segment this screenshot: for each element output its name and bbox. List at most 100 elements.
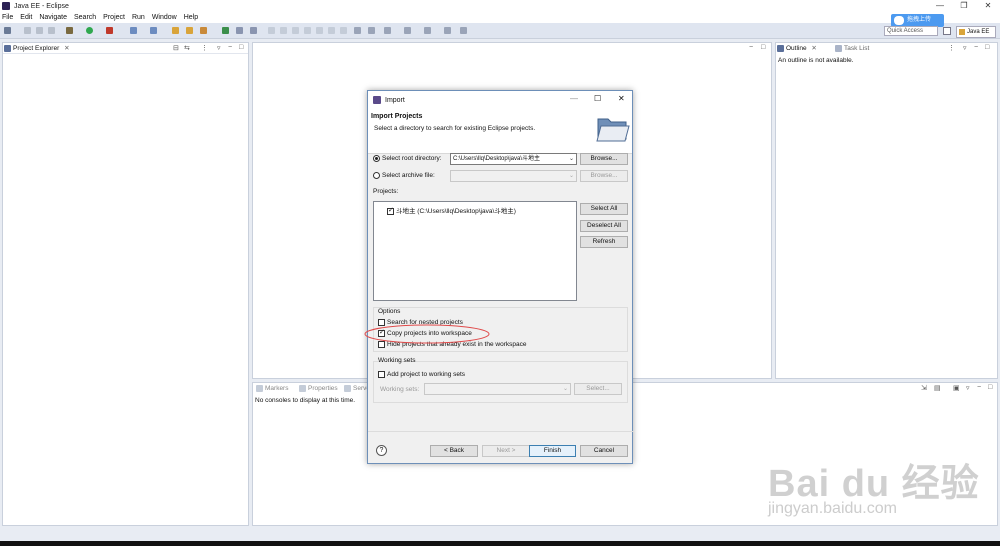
focus-icon[interactable]: ⋮ (948, 44, 955, 52)
open-task-icon[interactable] (186, 27, 193, 34)
add-working-set-checkbox[interactable] (378, 371, 385, 378)
browse-directory-button[interactable]: Browse... (580, 153, 628, 165)
back-button[interactable]: < Back (430, 445, 478, 457)
last-edit-icon[interactable] (368, 27, 375, 34)
print-icon[interactable] (48, 27, 55, 34)
menu-help[interactable]: Help (184, 14, 198, 21)
forward-icon[interactable] (404, 27, 411, 34)
step-icon[interactable] (268, 27, 275, 34)
maximize-view-icon[interactable]: □ (239, 44, 243, 51)
root-directory-option[interactable]: Select root directory: (373, 155, 442, 162)
dialog-maximize-button[interactable]: ☐ (594, 94, 601, 103)
minimize-view-icon[interactable]: − (228, 44, 232, 51)
pin-console-icon[interactable]: ⇲ (921, 384, 927, 392)
minimize-view-icon[interactable]: − (974, 44, 978, 51)
new-icon[interactable] (4, 27, 11, 34)
view-menu-icon[interactable]: ▿ (966, 384, 970, 392)
root-directory-radio[interactable] (373, 155, 380, 162)
tab-properties[interactable]: Properties (298, 383, 346, 394)
view-menu-icon[interactable]: ▿ (963, 44, 967, 52)
nav2-icon[interactable] (444, 27, 451, 34)
project-checkbox[interactable] (387, 206, 394, 215)
nav-icon[interactable] (424, 27, 431, 34)
next-button[interactable]: Next > (482, 445, 530, 457)
dialog-minimize-button[interactable]: — (570, 94, 578, 103)
step-over-icon[interactable] (328, 27, 335, 34)
working-sets-combo[interactable]: ⌄ (424, 383, 571, 395)
add-working-set-label: Add project to working sets (387, 371, 466, 379)
toggle-icon[interactable] (354, 27, 361, 34)
tab-markers[interactable]: Markers (255, 383, 297, 394)
nav3-icon[interactable] (460, 27, 467, 34)
archive-file-radio[interactable] (373, 172, 380, 179)
watermark-url: jingyan.baidu.com (768, 500, 897, 517)
debug-icon[interactable] (66, 27, 73, 34)
suspend-icon[interactable] (280, 27, 287, 34)
open-type-icon[interactable] (172, 27, 179, 34)
search-icon[interactable] (200, 27, 207, 34)
filter-icon[interactable]: ⋮ (201, 44, 208, 52)
menu-window[interactable]: Window (152, 14, 177, 21)
tab-project-explorer[interactable]: Project Explorer ✕ (3, 43, 83, 54)
menu-edit[interactable]: Edit (20, 14, 32, 21)
minimize-view-icon[interactable]: − (977, 384, 981, 391)
browse-archive-button[interactable]: Browse... (580, 170, 628, 182)
help-icon[interactable]: ? (376, 445, 387, 456)
open-perspective-icon[interactable] (943, 27, 951, 35)
quick-access-input[interactable]: Quick Access (884, 26, 938, 36)
back-icon[interactable] (384, 27, 391, 34)
link-editor-icon[interactable]: ⇆ (184, 44, 190, 52)
menu-file[interactable]: File (2, 14, 13, 21)
tab-outline[interactable]: Outline ✕ (776, 43, 832, 54)
dialog-close-button[interactable]: ✕ (618, 94, 625, 103)
close-icon[interactable]: ✕ (64, 45, 69, 52)
close-icon[interactable]: ✕ (811, 45, 816, 52)
add-working-set-option[interactable]: Add project to working sets (378, 371, 465, 378)
select-working-sets-button[interactable]: Select... (574, 383, 622, 395)
menu-navigate[interactable]: Navigate (39, 14, 67, 21)
open-console-icon[interactable]: ▣ (953, 384, 960, 392)
cancel-button[interactable]: Cancel (580, 445, 628, 457)
maximize-view-icon[interactable]: □ (988, 384, 992, 391)
annotation-icon[interactable] (222, 27, 229, 34)
root-directory-combo[interactable]: C:\Users\llq\Desktop\java\斗地主 ⌄ (450, 153, 577, 165)
disconnect-icon[interactable] (304, 27, 311, 34)
new-server-icon[interactable] (130, 27, 137, 34)
tab-task-list[interactable]: Task List (834, 43, 884, 54)
menu-project[interactable]: Project (103, 14, 125, 21)
minimize-button[interactable]: — (928, 0, 952, 12)
menu-search[interactable]: Search (74, 14, 96, 21)
tab-servers[interactable]: Serve (343, 383, 370, 394)
list-item[interactable]: 斗地主 (C:\Users\llq\Desktop\java\斗地主) (387, 205, 516, 215)
collapse-all-icon[interactable]: ⊟ (173, 44, 179, 52)
maximize-view-icon[interactable]: □ (985, 44, 989, 51)
pin-icon[interactable] (250, 27, 257, 34)
working-sets-label: Working sets (378, 357, 416, 364)
view-menu-icon[interactable]: ▿ (217, 44, 221, 52)
external-tools-icon[interactable] (106, 27, 113, 34)
select-all-button[interactable]: Select All (580, 203, 628, 215)
project-explorer-label: Project Explorer (13, 45, 60, 52)
new-class-icon[interactable] (150, 27, 157, 34)
archive-file-option[interactable]: Select archive file: (373, 172, 435, 179)
run-icon[interactable] (86, 27, 93, 34)
step-into-icon[interactable] (316, 27, 323, 34)
close-button[interactable]: ✕ (976, 0, 1000, 12)
display-console-icon[interactable]: ▤ (934, 384, 941, 392)
maximize-button[interactable]: ❐ (952, 0, 976, 12)
projects-label: Projects: (373, 188, 399, 195)
menu-run[interactable]: Run (132, 14, 145, 21)
finish-button[interactable]: Finish (529, 445, 576, 457)
archive-file-combo[interactable]: ⌄ (450, 170, 577, 182)
terminate-icon[interactable] (292, 27, 299, 34)
deselect-all-button[interactable]: Deselect All (580, 220, 628, 232)
minimize-view-icon[interactable]: − (749, 44, 753, 51)
perspective-java-ee[interactable]: Java EE (956, 26, 996, 38)
step-return-icon[interactable] (340, 27, 347, 34)
maximize-view-icon[interactable]: □ (761, 44, 765, 51)
mark-occurrences-icon[interactable] (236, 27, 243, 34)
save-icon[interactable] (24, 27, 31, 34)
save-all-icon[interactable] (36, 27, 43, 34)
projects-list[interactable]: 斗地主 (C:\Users\llq\Desktop\java\斗地主) (373, 201, 577, 301)
refresh-button[interactable]: Refresh (580, 236, 628, 248)
